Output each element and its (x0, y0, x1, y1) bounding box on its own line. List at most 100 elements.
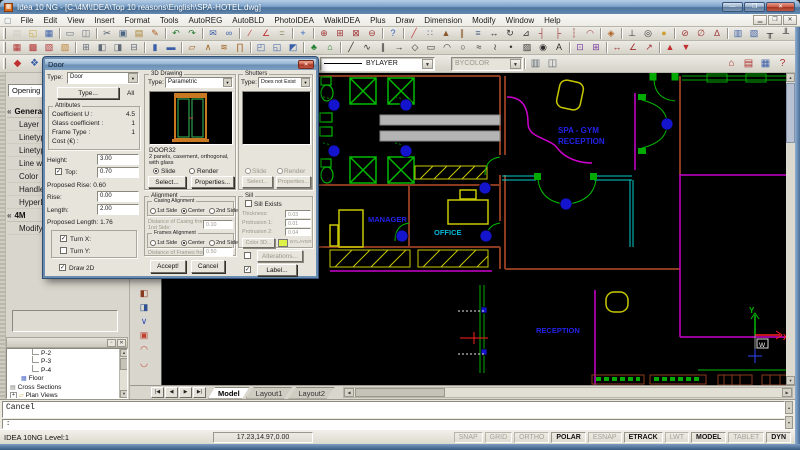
menu-draw[interactable]: Draw (391, 16, 420, 25)
casing-center-radio[interactable] (181, 208, 187, 214)
isolate-icon[interactable]: ⊘ (678, 27, 692, 40)
menu-minimize-button[interactable]: ▁ (753, 15, 767, 25)
tree-item-p-4[interactable]: P-4 (7, 366, 127, 375)
vt-window-icon[interactable]: ◨ (137, 301, 151, 314)
vt-arch-icon[interactable]: ◠ (137, 343, 151, 356)
zoom-window-icon[interactable]: ⊞ (333, 27, 347, 40)
tree-item-p-2[interactable]: P-2 (7, 349, 127, 358)
select-button[interactable]: Select... (148, 176, 186, 188)
vt-balcony-door-icon[interactable]: ▣ (137, 329, 151, 342)
color-3d-button[interactable]: Color 3D... (242, 238, 275, 248)
toggle-polar[interactable]: POLAR (551, 432, 586, 443)
tab-next-button[interactable]: ▶ (179, 387, 192, 398)
donut-icon[interactable]: ◉ (536, 41, 550, 54)
arrow-icon[interactable]: → (392, 41, 406, 54)
shutters-type-combo[interactable]: Does not Exist▼ (258, 77, 311, 88)
vt-niche-icon[interactable]: ◡ (137, 357, 151, 370)
rectangle-icon[interactable]: ▭ (424, 41, 438, 54)
beam-icon[interactable]: ▬ (164, 41, 178, 54)
menu-autobld[interactable]: AutoBLD (227, 16, 269, 25)
tree-item-cross-sections[interactable]: ▤Cross Sections (7, 383, 127, 392)
label-checkbox[interactable]: ✓ (244, 266, 251, 273)
block-library-icon[interactable]: ⌂ (323, 41, 337, 54)
column-icon[interactable]: ▮ (148, 41, 162, 54)
command-scrollbar[interactable]: ▴ ▾ (785, 401, 793, 429)
menu-help[interactable]: Help (539, 16, 565, 25)
extend-icon[interactable]: ├ (551, 27, 565, 40)
level-down-icon[interactable]: ▼ (679, 41, 693, 54)
hide-3d-icon[interactable]: ◱ (270, 41, 284, 54)
scroll-up-icon[interactable]: ▲ (120, 349, 128, 357)
double-line-icon[interactable]: = (275, 27, 289, 40)
casing-1st-side-radio[interactable] (150, 208, 156, 214)
menu-restore-button[interactable]: ❐ (768, 15, 782, 25)
menu-dimension[interactable]: Dimension (419, 16, 467, 25)
dialog-close-button[interactable]: ✕ (298, 60, 314, 69)
idea-floor-icon[interactable]: ▤ (741, 56, 756, 71)
tree-expander-icon[interactable]: + (10, 392, 17, 399)
canvas-vscrollbar[interactable]: ▲ ▼ (786, 73, 795, 385)
plot-preview-icon[interactable]: ◫ (545, 56, 560, 71)
spin-up-icon[interactable]: ▴ (785, 401, 793, 414)
view-3d-icon[interactable]: ◰ (254, 41, 268, 54)
opening-icon[interactable]: ⊞ (79, 41, 93, 54)
array-icon[interactable]: ≡ (471, 27, 485, 40)
menu-modify[interactable]: Modify (467, 16, 501, 25)
paste-icon[interactable]: ▤ (132, 27, 146, 40)
slab-icon[interactable]: ▱ (185, 41, 199, 54)
wall-icon[interactable]: ▦ (10, 41, 24, 54)
minimize-button[interactable]: — (722, 2, 743, 12)
named-views-icon[interactable]: ◎ (641, 27, 655, 40)
chevron-down-icon[interactable]: ▼ (128, 73, 138, 83)
close-button[interactable]: ✕ (766, 2, 795, 12)
drawing-3d-type-combo[interactable]: Parametric▼ (165, 77, 233, 88)
explode-icon[interactable]: ◈ (604, 27, 618, 40)
leader-icon[interactable]: ↗ (642, 41, 656, 54)
tree-item-p-3[interactable]: P-3 (7, 358, 127, 367)
cancel-button[interactable]: Cancel (191, 260, 225, 273)
idea-building-icon[interactable]: ⌂ (724, 56, 739, 71)
shutters-render-radio[interactable] (277, 168, 283, 174)
door-type-combo[interactable]: Door▼ (67, 72, 139, 84)
tree-close-button[interactable]: ✕ (117, 339, 126, 347)
wall-edit-icon[interactable]: ▧ (42, 41, 56, 54)
turn-x-checkbox[interactable]: ✓ (60, 235, 67, 242)
zoom-previous-icon[interactable]: ⊖ (365, 27, 379, 40)
stairs-icon[interactable]: ≋ (217, 41, 231, 54)
menu-file[interactable]: File (16, 16, 39, 25)
polygon-icon[interactable]: ◇ (408, 41, 422, 54)
color-swatch[interactable] (278, 239, 288, 247)
dline-icon[interactable]: ∥ (376, 41, 390, 54)
layer-states-icon[interactable]: ▧ (747, 27, 761, 40)
railing-icon[interactable]: ∏ (233, 41, 247, 54)
command-history[interactable]: Cancel (2, 401, 785, 418)
frames-2nd-side-radio[interactable] (209, 240, 215, 246)
etransmit-icon[interactable]: ✉ (206, 27, 220, 40)
sill-thickness-field[interactable]: 0.03 (285, 210, 311, 218)
hyperlink-icon[interactable]: ∞ (222, 27, 236, 40)
roof-icon[interactable]: ∧ (201, 41, 215, 54)
dim-angular-icon[interactable]: ∠ (626, 41, 640, 54)
circle-icon[interactable]: ○ (456, 41, 470, 54)
accept-button[interactable]: Accept! (150, 260, 186, 273)
tab-model[interactable]: Model (208, 387, 250, 399)
zoom-extents-icon[interactable]: ⊠ (349, 27, 363, 40)
spline-icon[interactable]: ≀ (488, 41, 502, 54)
fillet-icon[interactable]: ◠ (583, 27, 597, 40)
print-icon[interactable]: ▭ (63, 27, 77, 40)
cut-icon[interactable]: ✂ (100, 27, 114, 40)
door-icon[interactable]: ◧ (95, 41, 109, 54)
spin-down-icon[interactable]: ▾ (785, 416, 793, 429)
chevron-down-icon[interactable]: ▼ (510, 59, 521, 69)
shutters-properties-button[interactable]: Properties... (276, 176, 311, 188)
toolbar-grip[interactable] (3, 28, 6, 39)
grid-v-icon[interactable]: ╨ (779, 27, 793, 40)
label-button[interactable]: Label... (257, 264, 297, 276)
demolish-icon[interactable]: ▨ (58, 41, 72, 54)
menu-tools[interactable]: Tools (155, 16, 184, 25)
casing-distance-field[interactable]: 0.10 (203, 220, 233, 229)
idea-zone-icon[interactable]: ▦ (758, 56, 773, 71)
copy-icon[interactable]: ▣ (116, 27, 130, 40)
angle-icon[interactable]: ∆ (710, 27, 724, 40)
opening-edit-icon[interactable]: ⊟ (127, 41, 141, 54)
